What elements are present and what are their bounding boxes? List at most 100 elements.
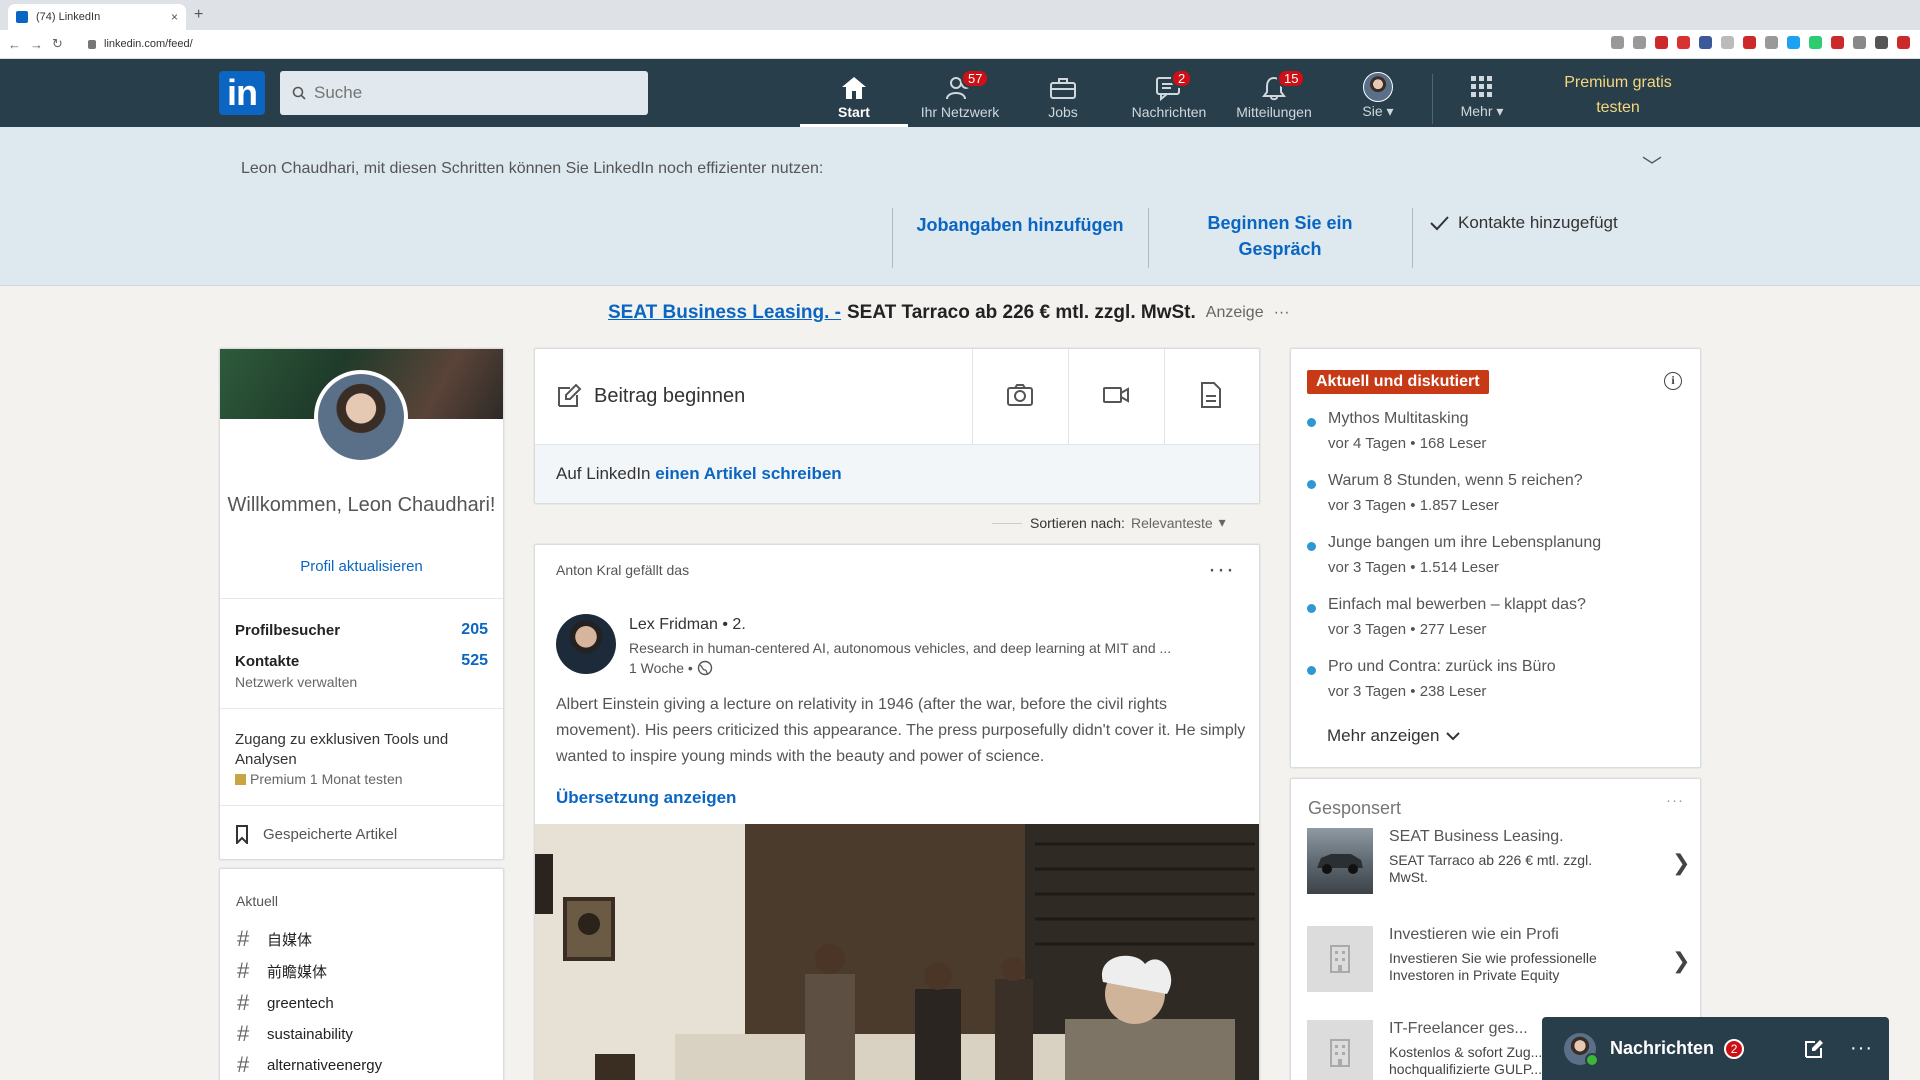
update-profile-link[interactable]: Profil aktualisieren <box>219 558 504 575</box>
messaging-bar[interactable]: Nachrichten 2 ··· <box>1542 1017 1889 1080</box>
profile-visitors-label[interactable]: Profilbesucher <box>235 622 340 639</box>
hashtag-item[interactable]: # 前瞻媒体 <box>237 958 327 984</box>
browser-extension-icon[interactable] <box>1721 36 1734 49</box>
nav-sie[interactable]: Sie ▾ <box>1348 66 1408 126</box>
contacts-label[interactable]: Kontakte <box>235 653 299 670</box>
ad-banner: SEAT Business Leasing. - SEAT Tarraco ab… <box>608 302 1290 324</box>
browser-extension-icon[interactable] <box>1655 36 1668 49</box>
hashtag-label: sustainability <box>267 1025 353 1043</box>
hashtag-item[interactable]: # sustainability <box>237 1021 353 1047</box>
hashtag-label: 自媒体 <box>267 931 313 949</box>
post-image[interactable] <box>535 824 1259 1080</box>
sponsored-item[interactable]: Investieren wie ein Profi Investieren Si… <box>1307 926 1690 996</box>
news-meta: vor 3 Tagen • 277 Leser <box>1328 621 1487 638</box>
linkedin-logo[interactable]: in <box>219 71 265 115</box>
news-item[interactable]: Junge bangen um ihre Lebensplanung vor 3… <box>1307 534 1687 584</box>
sponsored-item[interactable]: SEAT Business Leasing. SEAT Tarraco ab 2… <box>1307 828 1690 898</box>
premium-trial-link[interactable]: Premium gratis testen <box>1548 70 1688 120</box>
liked-by-name[interactable]: Anton Kral <box>556 562 621 578</box>
messaging-more-icon[interactable]: ··· <box>1850 1037 1873 1060</box>
messages-badge: 2 <box>1171 69 1193 88</box>
grid-icon <box>1471 76 1492 97</box>
ad-text[interactable]: SEAT Tarraco ab 226 € mtl. zzgl. MwSt. <box>847 302 1196 324</box>
browser-extension-icon[interactable] <box>1809 36 1822 49</box>
profile-visitors-count[interactable]: 205 <box>420 621 488 639</box>
back-icon[interactable]: ← <box>8 37 22 52</box>
browser-extension-icon[interactable] <box>1743 36 1756 49</box>
browser-tab[interactable]: (74) LinkedIn × <box>8 4 186 30</box>
url-field[interactable]: linkedin.com/feed/ <box>88 33 1520 55</box>
premium-promo-text: Zugang zu exklusiven Tools und Analysen <box>235 731 449 768</box>
news-item[interactable]: Pro und Contra: zurück ins Büro vor 3 Ta… <box>1307 658 1687 708</box>
start-conversation-button[interactable]: Beginnen Sie ein Gespräch <box>1180 210 1380 262</box>
nav-label: Sie ▾ <box>1362 103 1394 119</box>
premium-trial-cta[interactable]: Premium 1 Monat testen <box>235 771 403 787</box>
author-name-row[interactable]: Lex Fridman • 2. <box>629 616 746 634</box>
ad-link[interactable]: SEAT Business Leasing. - <box>608 302 841 324</box>
sponsored-menu-icon[interactable]: ··· <box>1666 792 1684 809</box>
chevron-right-icon[interactable]: ❯ <box>1672 850 1690 876</box>
show-more-news-button[interactable]: Mehr anzeigen <box>1327 726 1461 746</box>
nav-ihr-netzwerk[interactable]: 57 Ihr Netzwerk <box>910 66 1010 126</box>
browser-extension-icon[interactable] <box>1699 36 1712 49</box>
add-job-info-button[interactable]: Jobangaben hinzufügen <box>910 212 1130 238</box>
premium-square-icon <box>235 773 246 785</box>
collapse-chevron-icon[interactable]: ﹀ <box>1642 150 1662 179</box>
checkmark-icon <box>1430 216 1449 231</box>
photo-button[interactable] <box>1006 383 1034 407</box>
nav-jobs[interactable]: Jobs <box>1035 66 1091 126</box>
car-icon <box>1317 854 1363 874</box>
news-item[interactable]: Einfach mal bewerben – klappt das? vor 3… <box>1307 596 1687 646</box>
sort-label: Sortieren nach: <box>1030 514 1125 531</box>
hashtag-icon: # <box>237 1021 250 1046</box>
nav-mitteilungen[interactable]: 15 Mitteilungen <box>1228 66 1320 126</box>
contacts-count[interactable]: 525 <box>420 652 488 670</box>
hashtag-item[interactable]: # greentech <box>237 990 334 1016</box>
browser-extension-icon[interactable] <box>1875 36 1888 49</box>
sort-control[interactable]: Sortieren nach: Relevanteste ▾ <box>992 514 1226 531</box>
start-post-button[interactable]: Beitrag beginnen <box>556 383 745 409</box>
close-tab-icon[interactable]: × <box>171 10 178 24</box>
new-tab-button[interactable]: + <box>194 6 203 24</box>
sponsored-thumbnail <box>1307 828 1373 894</box>
chevron-right-icon[interactable]: ❯ <box>1672 948 1690 974</box>
compose-icon[interactable] <box>1804 1039 1824 1059</box>
news-item[interactable]: Warum 8 Stunden, wenn 5 reichen? vor 3 T… <box>1307 472 1687 522</box>
browser-extension-icon[interactable] <box>1611 36 1624 49</box>
post-menu-icon[interactable]: ··· <box>1208 556 1235 584</box>
write-article-link[interactable]: einen Artikel schreiben <box>655 464 841 483</box>
ad-more-icon[interactable]: ··· <box>1274 304 1290 322</box>
manage-network-link[interactable]: Netzwerk verwalten <box>235 674 357 690</box>
lock-icon <box>88 39 96 49</box>
news-item[interactable]: Mythos Multitasking vor 4 Tagen • 168 Le… <box>1307 410 1687 460</box>
forward-icon[interactable]: → <box>30 37 44 52</box>
search-box[interactable] <box>280 71 648 115</box>
hashtag-item[interactable]: # alternativeenergy <box>237 1052 382 1078</box>
nav-divider <box>1432 74 1433 124</box>
news-bullet <box>1307 604 1316 613</box>
document-button[interactable] <box>1200 382 1222 408</box>
nav-nachrichten[interactable]: 2 Nachrichten <box>1124 66 1214 126</box>
briefcase-icon <box>1050 78 1076 99</box>
search-input[interactable] <box>314 83 614 103</box>
browser-extension-icon[interactable] <box>1787 36 1800 49</box>
news-meta: vor 3 Tagen • 1.857 Leser <box>1328 497 1499 514</box>
profile-avatar[interactable] <box>314 370 408 464</box>
browser-extension-icon[interactable] <box>1765 36 1778 49</box>
browser-extension-icon[interactable] <box>1897 36 1910 49</box>
info-icon[interactable]: i <box>1664 372 1682 390</box>
browser-extension-icon[interactable] <box>1831 36 1844 49</box>
browser-extension-icon[interactable] <box>1633 36 1646 49</box>
nav-mehr[interactable]: Mehr ▾ <box>1446 66 1518 126</box>
nav-start[interactable]: Start <box>826 66 882 126</box>
hashtag-item[interactable]: # 自媒体 <box>237 926 312 952</box>
browser-extension-icon[interactable] <box>1853 36 1866 49</box>
video-camera-icon <box>1103 387 1129 403</box>
author-avatar[interactable] <box>556 614 616 674</box>
video-button[interactable] <box>1102 385 1130 405</box>
reload-icon[interactable]: ↻ <box>52 36 66 52</box>
show-translation-button[interactable]: Übersetzung anzeigen <box>556 788 736 808</box>
saved-articles-link[interactable]: Gespeicherte Artikel <box>235 825 397 844</box>
nav-label: Mehr ▾ <box>1460 103 1504 119</box>
browser-extension-icon[interactable] <box>1677 36 1690 49</box>
